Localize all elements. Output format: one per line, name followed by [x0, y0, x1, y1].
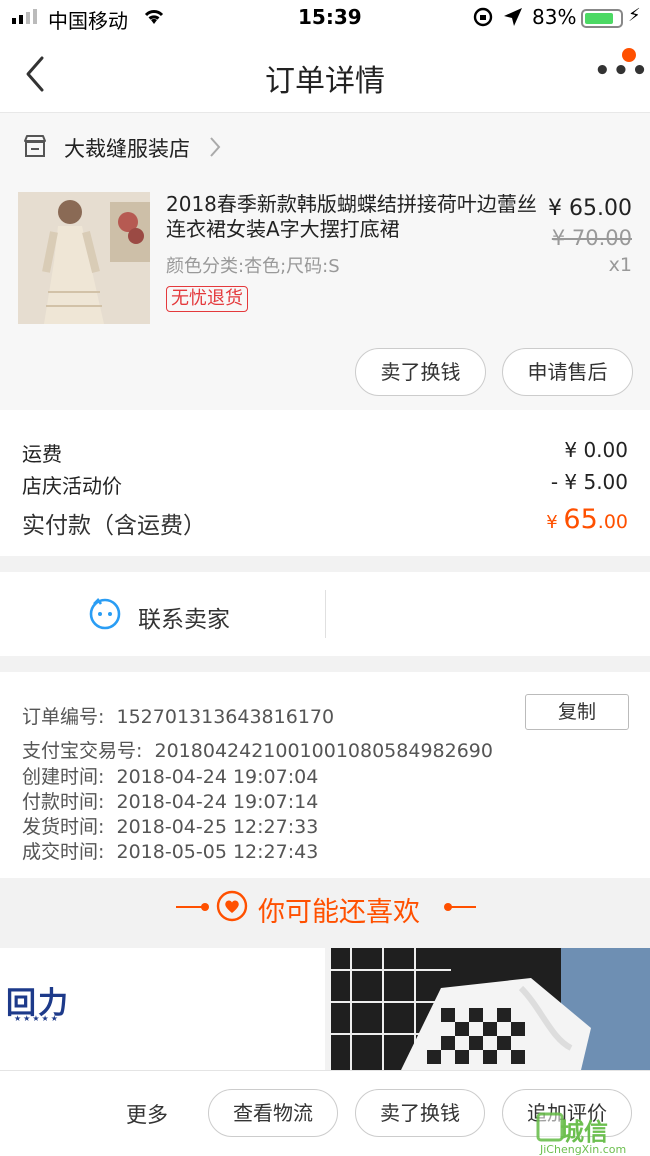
- paid-integer: 65: [563, 504, 598, 535]
- order-number-label: 订单编号:: [22, 706, 105, 728]
- discount-label: 店庆活动价: [22, 474, 122, 498]
- product-image: [331, 948, 650, 1070]
- shop-name[interactable]: 大裁缝服装店: [64, 133, 190, 163]
- paid-time-label: 付款时间:: [22, 791, 105, 813]
- paid-label: 实付款（含运费）: [22, 513, 206, 539]
- decor-line-right: [446, 906, 476, 908]
- page-title: 订单详情: [265, 64, 385, 99]
- completed-label: 成交时间:: [22, 841, 105, 863]
- recommend-title: 你可能还喜欢: [258, 897, 420, 928]
- alipay-number: 2018042421001001080584982690: [154, 740, 493, 762]
- recommended-product-card[interactable]: 回力 ★★★★★: [0, 948, 325, 1070]
- sell-button-bottom[interactable]: 卖了换钱: [355, 1089, 485, 1137]
- shipping-value: ¥ 0.00: [564, 438, 628, 462]
- watermark-text: 城信: [560, 1118, 608, 1146]
- notification-dot: [622, 48, 636, 62]
- after-sale-button[interactable]: 申请售后: [502, 348, 633, 396]
- shipped-label: 发货时间:: [22, 816, 105, 838]
- paid-decimal: .00: [597, 511, 628, 533]
- watermark-url: JiChengXin.com: [540, 1143, 627, 1156]
- created-label: 创建时间:: [22, 766, 105, 788]
- battery-icon: [581, 9, 623, 28]
- contact-seller-row: 联系卖家: [0, 572, 650, 656]
- alipay-label: 支付宝交易号:: [22, 740, 143, 762]
- paid-amount: ¥ 65.00: [440, 504, 628, 535]
- order-number: 152701313643816170: [116, 706, 335, 728]
- status-bar: 中国移动 15:39 83% ⚡: [0, 0, 650, 36]
- brand-stars: ★★★★★: [14, 1014, 60, 1023]
- product-quantity: x1: [608, 254, 632, 276]
- more-options-icon[interactable]: •••: [594, 56, 650, 86]
- product-title[interactable]: 2018春季新款韩版蝴蝶结拼接荷叶边蕾丝连衣裙女装A字大摆打底裙: [166, 192, 538, 242]
- charging-icon: ⚡: [628, 5, 641, 26]
- shipped-time: 2018-04-25 12:27:33: [116, 816, 319, 838]
- original-price: ¥ 70.00: [551, 226, 632, 250]
- product-image[interactable]: [18, 192, 150, 324]
- paid-time: 2018-04-24 19:07:14: [116, 791, 319, 813]
- more-button[interactable]: 更多: [126, 1099, 168, 1129]
- created-time: 2018-04-24 19:07:04: [116, 766, 319, 788]
- recommend-header: 你可能还喜欢: [0, 878, 650, 948]
- completed-row: 成交时间: 2018-05-05 12:27:43: [22, 837, 318, 864]
- divider: [325, 590, 326, 638]
- order-info: 订单编号: 152701313643816170 复制 支付宝交易号: 2018…: [0, 672, 650, 878]
- recommended-product-card[interactable]: [331, 948, 650, 1070]
- battery-percent: 83%: [532, 5, 577, 29]
- order-number-row: 订单编号: 152701313643816170: [22, 702, 334, 729]
- alipay-row: 支付宝交易号: 2018042421001001080584982690: [22, 736, 493, 763]
- fee-summary: 运费 ¥ 0.00 店庆活动价 - ¥ 5.00 实付款（含运费） ¥ 65.0…: [0, 410, 650, 556]
- rotation-lock-icon: [472, 6, 494, 33]
- heart-icon: [216, 890, 248, 926]
- product-price: ¥ 65.00: [548, 196, 632, 221]
- navigation-bar: 订单详情 •••: [0, 36, 650, 112]
- discount-value: - ¥ 5.00: [550, 470, 628, 494]
- paid-row: 付款时间: 2018-04-24 19:07:14: [22, 787, 318, 814]
- created-row: 创建时间: 2018-04-24 19:07:04: [22, 762, 318, 789]
- view-logistics-button[interactable]: 查看物流: [208, 1089, 338, 1137]
- shop-row[interactable]: 大裁缝服装店: [0, 112, 650, 182]
- paid-currency: ¥: [546, 512, 564, 533]
- chevron-right-icon: [208, 135, 222, 163]
- decor-dot-left: [201, 903, 209, 911]
- contact-seller-button[interactable]: 联系卖家: [138, 600, 230, 634]
- location-icon: [502, 6, 524, 33]
- signal-icon: [12, 9, 37, 24]
- copy-button[interactable]: 复制: [525, 694, 629, 730]
- chat-icon[interactable]: [88, 596, 122, 634]
- wifi-icon: [142, 6, 166, 31]
- shipped-row: 发货时间: 2018-04-25 12:27:33: [22, 812, 318, 839]
- sell-button[interactable]: 卖了换钱: [355, 348, 486, 396]
- carrier-label: 中国移动: [48, 9, 128, 33]
- order-item: 2018春季新款韩版蝴蝶结拼接荷叶边蕾丝连衣裙女装A字大摆打底裙 颜色分类:杏色…: [0, 182, 650, 410]
- clock: 15:39: [298, 5, 362, 29]
- shipping-label: 运费: [22, 442, 62, 466]
- store-icon: [22, 133, 48, 163]
- completed-time: 2018-05-05 12:27:43: [116, 841, 319, 863]
- product-spec: 颜色分类:杏色;尺码:S: [166, 256, 340, 277]
- return-badge: 无忧退货: [166, 286, 248, 312]
